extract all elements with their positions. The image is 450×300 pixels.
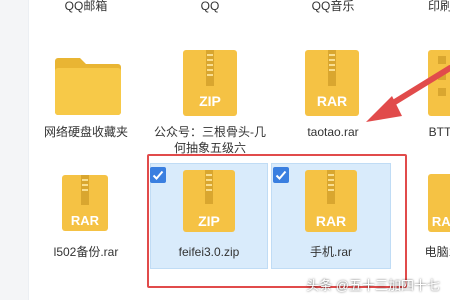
- file-label-network-favorites[interactable]: 网络硬盘收藏夹: [44, 124, 128, 140]
- file-label-feifei-zip[interactable]: feifei3.0.zip: [179, 244, 240, 260]
- rar-badge: RAR: [432, 214, 450, 229]
- rar-badge: RAR: [71, 213, 100, 228]
- watermark-text: 头条 @五十三加四十七: [306, 278, 440, 293]
- rar-archive-icon[interactable]: RAR: [305, 50, 359, 116]
- file-label-l502-backup-rar[interactable]: l502备份.rar: [54, 244, 119, 260]
- file-label-shouji-rar[interactable]: 手机.rar: [310, 244, 352, 260]
- zip-badge: ZIP: [199, 93, 221, 109]
- folder-icon[interactable]: [55, 58, 121, 115]
- rar-badge: RAR: [317, 93, 347, 109]
- file-label-taotao-rar[interactable]: taotao.rar: [307, 124, 358, 140]
- file-label-gongzhonghao-zip[interactable]: 公众号：三根骨头-几何抽象五级六: [150, 124, 270, 156]
- rar-archive-icon-partial[interactable]: RAR: [428, 174, 450, 232]
- zip-archive-icon[interactable]: ZIP: [183, 50, 237, 116]
- rar-archive-icon[interactable]: RAR: [62, 175, 108, 231]
- checkbox-checked-icon[interactable]: [273, 167, 289, 183]
- checkbox-checked-icon[interactable]: [150, 167, 166, 183]
- file-label-diannao[interactable]: 电脑1: [425, 244, 450, 260]
- file-label-btt[interactable]: BTT: [429, 124, 450, 140]
